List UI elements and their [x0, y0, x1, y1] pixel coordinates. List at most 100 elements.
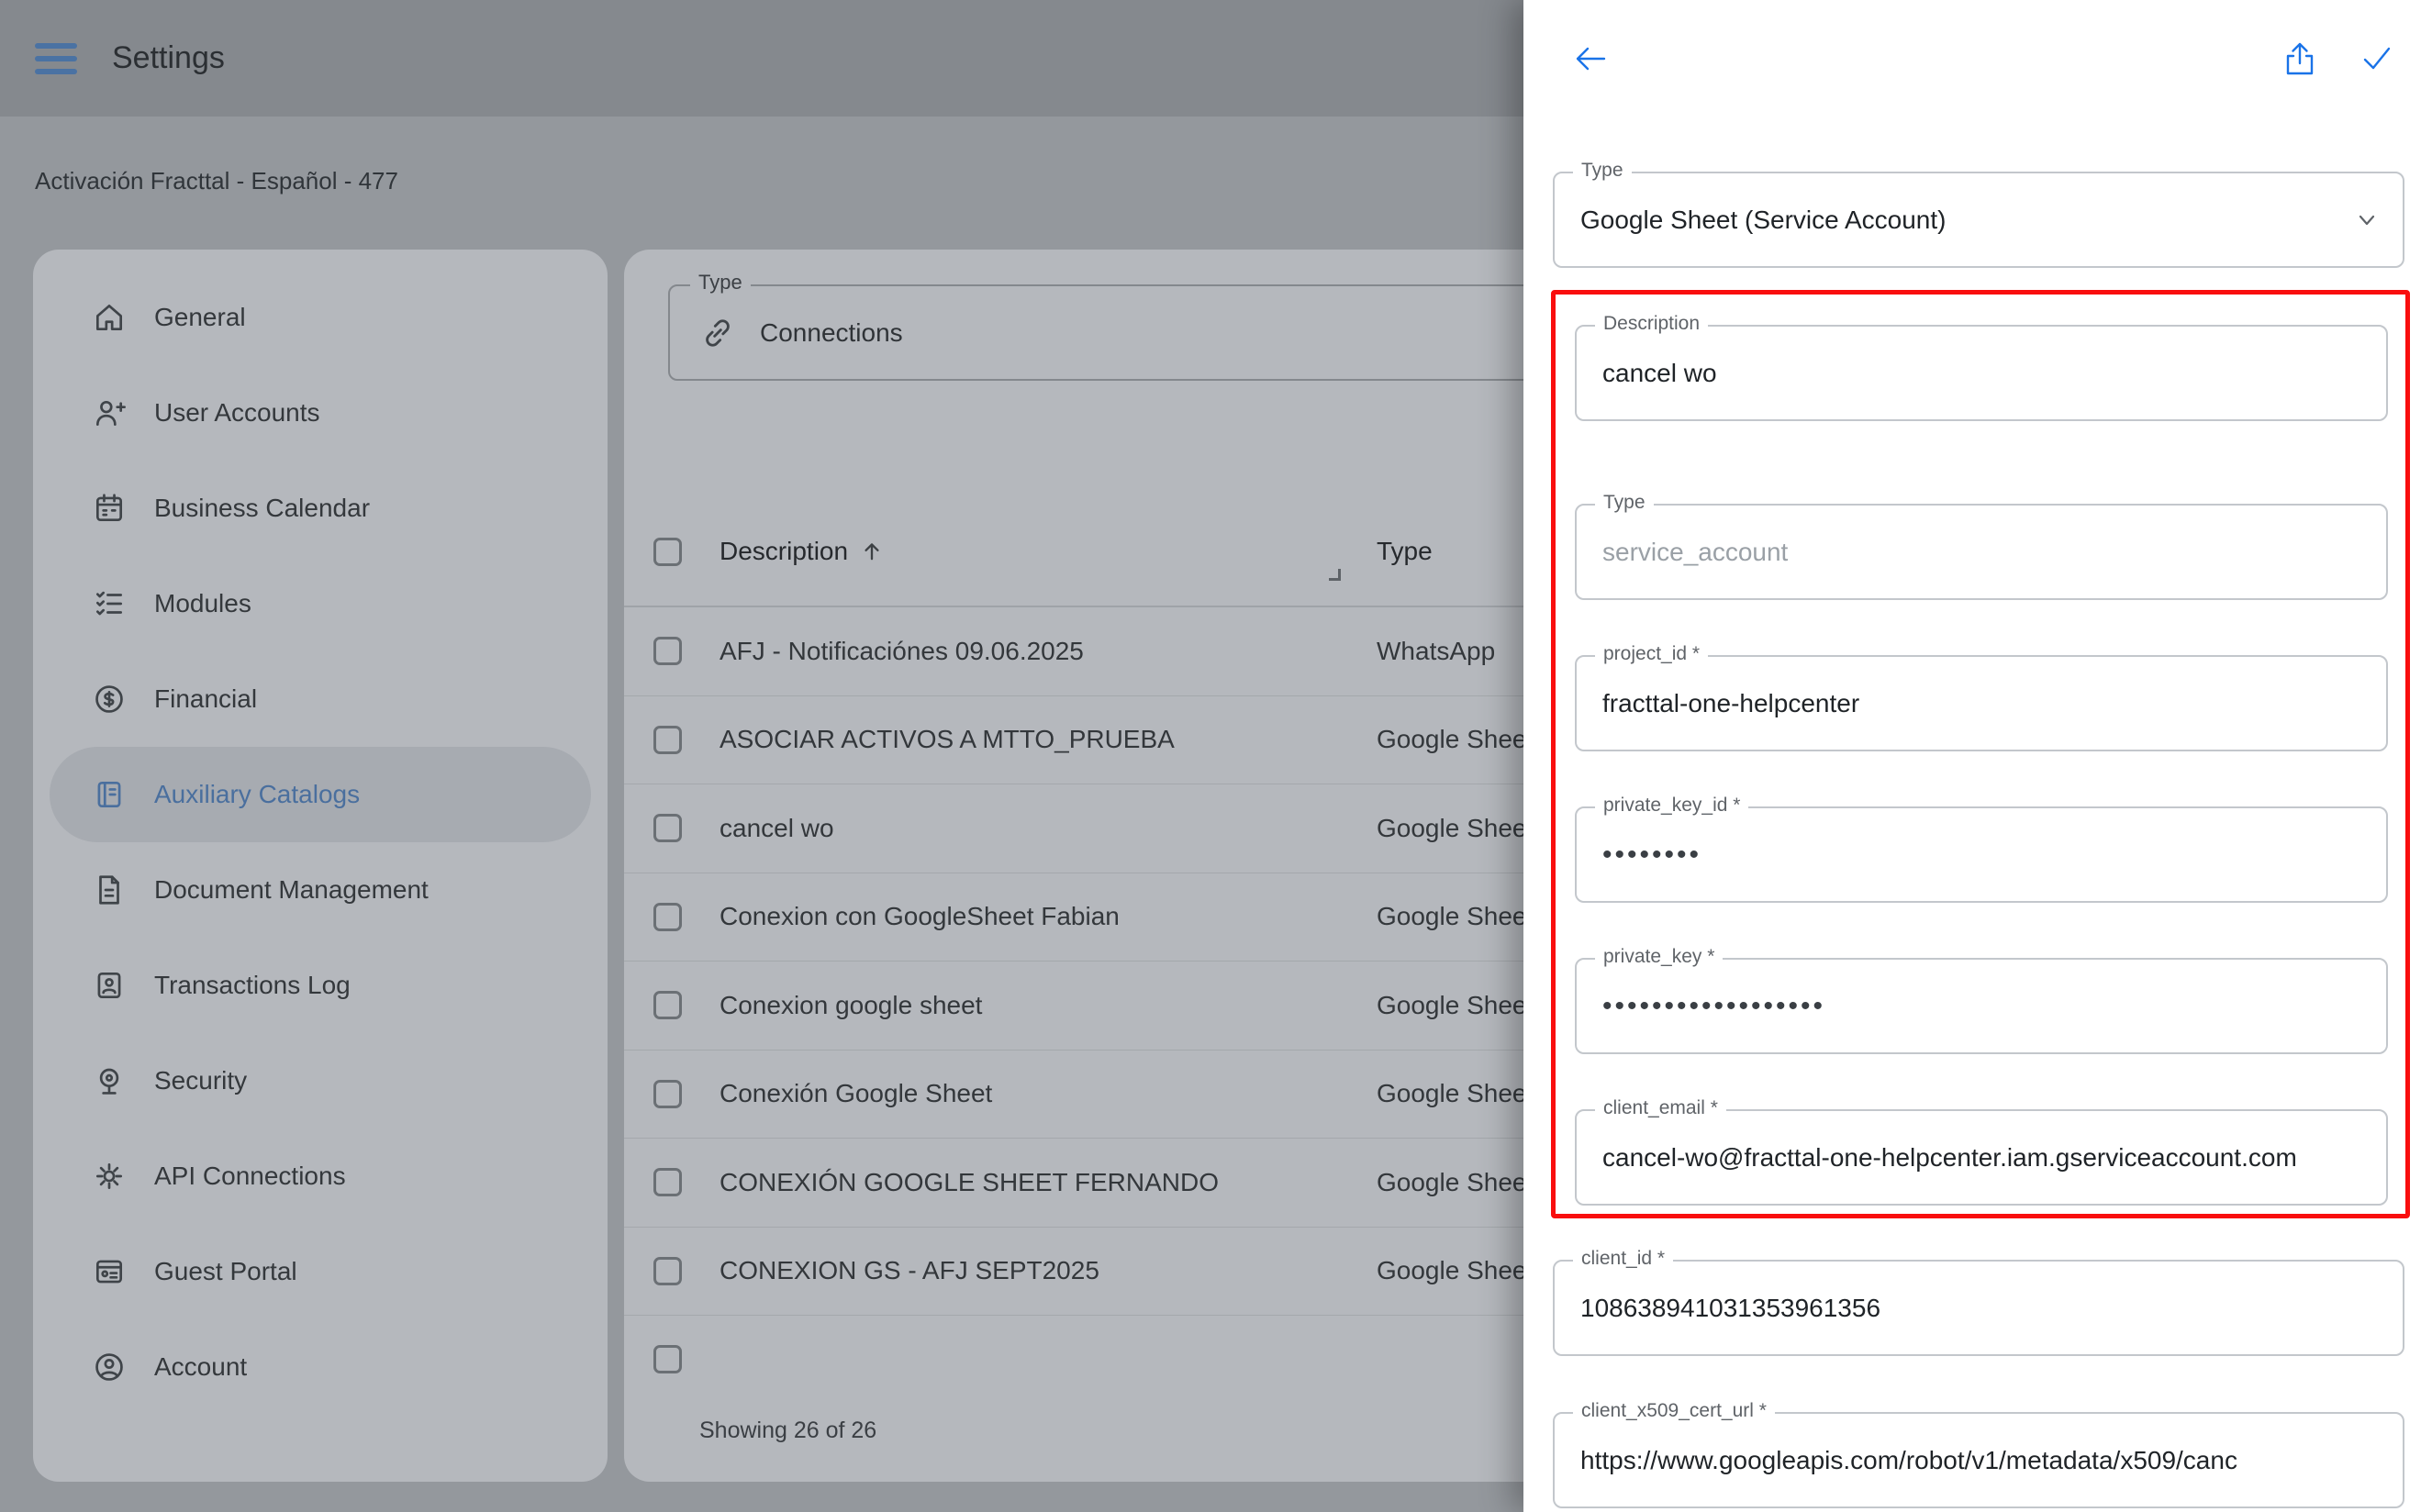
sidebar-item-document-management[interactable]: Document Management	[50, 842, 591, 938]
row-description: ASOCIAR ACTIVOS A MTTO_PRUEBA	[720, 725, 1175, 754]
row-description: Conexión Google Sheet	[720, 1079, 992, 1108]
sidebar-item-label: Account	[154, 1352, 247, 1382]
back-button[interactable]	[1567, 37, 1612, 81]
row-type: Google Shee	[1377, 725, 1526, 754]
row-description: cancel wo	[720, 814, 834, 843]
row-checkbox[interactable]	[653, 1345, 682, 1373]
sidebar-item-general[interactable]: General	[50, 270, 591, 365]
field-value: Google Sheet (Service Account)	[1555, 173, 2403, 266]
sidebar-item-modules[interactable]: Modules	[50, 556, 591, 651]
sidebar-item-api-connections[interactable]: API Connections	[50, 1128, 591, 1224]
row-checkbox[interactable]	[653, 1168, 682, 1196]
field-label: Description	[1595, 313, 1708, 335]
field-value: service_account	[1577, 506, 2386, 598]
settings-sidebar: General User Accounts Business Calendar …	[33, 250, 608, 1482]
row-checkbox[interactable]	[653, 637, 682, 665]
sidebar-item-label: Financial	[154, 684, 257, 714]
row-checkbox[interactable]	[653, 991, 682, 1019]
row-type: Google Shee	[1377, 991, 1526, 1020]
sidebar-item-security[interactable]: Security	[50, 1033, 591, 1128]
field-value: 108638941031353961356	[1555, 1262, 2403, 1354]
chevron-down-icon	[2351, 205, 2382, 236]
field-value: cancel-wo@fracttal-one-helpcenter.iam.gs…	[1577, 1111, 2386, 1204]
field-label: private_key *	[1595, 946, 1723, 968]
row-type: Google Shee	[1377, 902, 1526, 931]
sidebar-item-label: General	[154, 303, 246, 332]
sidebar-item-transactions-log[interactable]: Transactions Log	[50, 938, 591, 1033]
sidebar-item-label: Business Calendar	[154, 494, 370, 523]
row-checkbox[interactable]	[653, 903, 682, 931]
sidebar-item-business-calendar[interactable]: Business Calendar	[50, 461, 591, 556]
confirm-button[interactable]	[2355, 37, 2399, 81]
field-value: ••••••••	[1577, 808, 2386, 901]
field-value: ••••••••••••••••••	[1577, 960, 2386, 1052]
sort-ascending-icon	[859, 539, 885, 564]
field-label: project_id *	[1595, 643, 1708, 665]
field-label: Type	[1573, 160, 1632, 182]
row-description: CONEXION GS - AFJ SEPT2025	[720, 1256, 1099, 1285]
checklist-icon	[92, 586, 127, 621]
sidebar-item-label: Guest Portal	[154, 1257, 297, 1286]
security-camera-icon	[92, 1063, 127, 1098]
row-checkbox[interactable]	[653, 814, 682, 842]
column-label: Description	[720, 537, 848, 566]
row-checkbox[interactable]	[653, 726, 682, 754]
dollar-circle-icon	[92, 682, 127, 717]
validation-highlight-box	[1551, 290, 2410, 1218]
menu-icon[interactable]	[35, 43, 77, 74]
client-email-field[interactable]: client_email * cancel-wo@fracttal-one-he…	[1575, 1109, 2388, 1206]
field-label: client_email *	[1595, 1097, 1726, 1119]
client-id-field[interactable]: client_id * 108638941031353961356	[1553, 1260, 2404, 1356]
breadcrumb: Activación Fracttal - Español - 477	[35, 167, 398, 195]
row-checkbox[interactable]	[653, 1257, 682, 1285]
row-description: Conexion google sheet	[720, 991, 982, 1020]
sidebar-item-auxiliary-catalogs[interactable]: Auxiliary Catalogs	[50, 747, 591, 842]
sidebar-item-label: Modules	[154, 589, 251, 618]
account-circle-icon	[92, 1350, 127, 1384]
private-key-id-field[interactable]: private_key_id * ••••••••	[1575, 806, 2388, 903]
user-add-icon	[92, 395, 127, 430]
field-label: client_x509_cert_url *	[1573, 1400, 1775, 1422]
private-key-field[interactable]: private_key * ••••••••••••••••••	[1575, 958, 2388, 1054]
field-label: Type	[1595, 492, 1654, 514]
catalog-icon	[92, 777, 127, 812]
row-description: Conexion con GoogleSheet Fabian	[720, 902, 1120, 931]
row-type: Google Shee	[1377, 1079, 1526, 1108]
sidebar-item-account[interactable]: Account	[50, 1319, 591, 1415]
row-description: CONEXIÓN GOOGLE SHEET FERNANDO	[720, 1168, 1219, 1197]
sidebar-item-label: User Accounts	[154, 398, 320, 428]
row-type: WhatsApp	[1377, 637, 1495, 666]
check-icon	[2357, 39, 2397, 79]
row-checkbox[interactable]	[653, 1080, 682, 1108]
field-value: https://www.googleapis.com/robot/v1/meta…	[1555, 1414, 2403, 1506]
field-value: cancel wo	[1577, 327, 2386, 419]
link-icon	[699, 315, 736, 351]
panel-header	[1523, 0, 2432, 117]
type-readonly-field[interactable]: Type service_account	[1575, 504, 2388, 600]
gear-network-icon	[92, 1159, 127, 1194]
badge-icon	[92, 968, 127, 1003]
project-id-field[interactable]: project_id * fracttal-one-helpcenter	[1575, 655, 2388, 751]
select-all-checkbox[interactable]	[653, 538, 682, 566]
row-type: Google Shee	[1377, 814, 1526, 843]
sidebar-item-label: Auxiliary Catalogs	[154, 780, 360, 809]
type-filter-label: Type	[690, 271, 751, 295]
column-header-description[interactable]: Description	[720, 537, 885, 566]
row-type: Google Shee	[1377, 1168, 1526, 1197]
sidebar-item-user-accounts[interactable]: User Accounts	[50, 365, 591, 461]
arrow-left-icon	[1569, 39, 1610, 79]
client-x509-cert-url-field[interactable]: client_x509_cert_url * https://www.googl…	[1553, 1412, 2404, 1508]
description-field[interactable]: Description cancel wo	[1575, 325, 2388, 421]
type-filter-value: Connections	[760, 318, 903, 348]
row-description: AFJ - Notificaciónes 09.06.2025	[720, 637, 1084, 666]
document-icon	[92, 873, 127, 907]
share-button[interactable]	[2278, 37, 2322, 81]
row-type: Google Shee	[1377, 1256, 1526, 1285]
sidebar-item-label: Document Management	[154, 875, 429, 905]
sidebar-item-financial[interactable]: Financial	[50, 651, 591, 747]
connection-detail-panel: Type Google Sheet (Service Account) Desc…	[1523, 0, 2432, 1512]
field-label: client_id *	[1573, 1248, 1673, 1270]
column-header-type[interactable]: Type	[1377, 537, 1433, 566]
sidebar-item-guest-portal[interactable]: Guest Portal	[50, 1224, 591, 1319]
connection-type-select[interactable]: Type Google Sheet (Service Account)	[1553, 172, 2404, 268]
